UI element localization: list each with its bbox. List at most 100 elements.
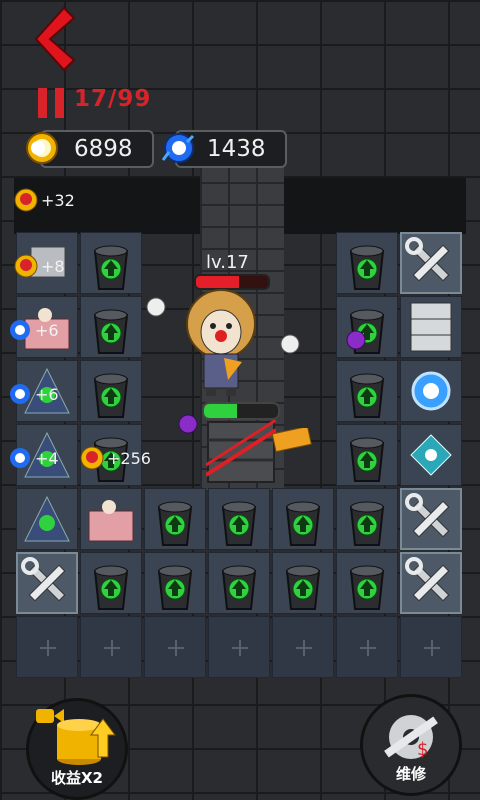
slot-content bbox=[273, 489, 333, 549]
slot-content bbox=[209, 617, 269, 677]
repair-tools-icon bbox=[21, 557, 66, 602]
grid-slot[interactable] bbox=[144, 552, 206, 614]
grid-slot[interactable] bbox=[16, 488, 78, 550]
grid-slot[interactable] bbox=[144, 488, 206, 550]
empty-slot[interactable] bbox=[144, 616, 206, 678]
bucket-turret-icon bbox=[157, 501, 193, 546]
repair-tools-icon bbox=[405, 557, 450, 602]
bonus-text: +6 bbox=[35, 320, 59, 340]
slot-content bbox=[145, 489, 205, 549]
wrench-gear-icon: $ bbox=[384, 715, 438, 760]
monster-level: lv.17 bbox=[206, 252, 249, 273]
income-x2-button[interactable]: 收益X2 bbox=[26, 698, 128, 800]
slot-content bbox=[209, 553, 269, 613]
back-button[interactable] bbox=[26, 4, 80, 74]
tent-icon bbox=[24, 495, 70, 542]
coin-counter: 6898 bbox=[26, 130, 154, 168]
gem-counter: 1438 bbox=[161, 130, 287, 168]
grid-slot[interactable] bbox=[336, 424, 398, 486]
plus-icon bbox=[104, 640, 120, 656]
bucket-turret-icon bbox=[349, 565, 385, 610]
grid-slot[interactable] bbox=[336, 552, 398, 614]
bonus-text: +8 bbox=[41, 256, 65, 276]
gem-icon bbox=[10, 384, 30, 404]
bonus-text: +4 bbox=[35, 448, 59, 468]
plus-icon bbox=[424, 640, 440, 656]
plus-icon bbox=[168, 640, 184, 656]
skull-coin-icon bbox=[14, 254, 38, 278]
gem-icon bbox=[10, 320, 30, 340]
grid-slot[interactable] bbox=[272, 488, 334, 550]
slot-content bbox=[337, 425, 397, 485]
grid-slot[interactable] bbox=[336, 488, 398, 550]
empty-slot[interactable] bbox=[272, 616, 334, 678]
slot-content bbox=[18, 554, 76, 612]
slot-content bbox=[337, 233, 397, 293]
gem-icon bbox=[10, 448, 30, 468]
bucket-turret-icon bbox=[349, 245, 385, 290]
grid-slot[interactable] bbox=[400, 552, 462, 614]
slot-content bbox=[209, 489, 269, 549]
empty-slot[interactable] bbox=[336, 616, 398, 678]
grid-slot[interactable] bbox=[80, 360, 142, 422]
energy-orb-icon bbox=[411, 371, 451, 411]
empty-slot[interactable] bbox=[16, 616, 78, 678]
grid-slot[interactable] bbox=[208, 552, 270, 614]
purple-orb-icon bbox=[346, 330, 366, 350]
grid-slot[interactable] bbox=[80, 232, 142, 294]
grid-slot[interactable] bbox=[80, 488, 142, 550]
grid-slot[interactable] bbox=[208, 488, 270, 550]
gem-icon bbox=[161, 133, 195, 163]
grid-slot[interactable] bbox=[400, 488, 462, 550]
grid-slot[interactable] bbox=[80, 552, 142, 614]
bucket-turret-icon bbox=[285, 501, 321, 546]
bonus-text: +256 bbox=[107, 448, 151, 468]
clown-monster[interactable] bbox=[176, 286, 266, 396]
plus-icon bbox=[360, 640, 376, 656]
repair-tools-icon bbox=[405, 493, 450, 538]
bucket-turret-icon bbox=[93, 565, 129, 610]
cabinet-icon bbox=[410, 302, 452, 352]
white-orb-icon bbox=[146, 297, 166, 317]
slot-content bbox=[81, 617, 141, 677]
slot-content bbox=[402, 554, 460, 612]
pause-icon[interactable] bbox=[36, 88, 66, 118]
grid-slot[interactable] bbox=[400, 360, 462, 422]
bucket-turret-icon bbox=[285, 565, 321, 610]
grid-slot[interactable] bbox=[272, 552, 334, 614]
slot-content bbox=[401, 297, 461, 357]
repair-label: 维修 bbox=[395, 765, 426, 783]
bucket-turret-icon bbox=[349, 373, 385, 418]
grid-slot[interactable] bbox=[400, 232, 462, 294]
bonus-coin-top: +32 bbox=[14, 188, 75, 212]
talisman-icon bbox=[272, 428, 312, 452]
slot-content bbox=[337, 361, 397, 421]
shield-core-icon bbox=[410, 434, 452, 476]
grid-slot[interactable] bbox=[400, 296, 462, 358]
grid-slot[interactable] bbox=[400, 424, 462, 486]
grid-slot[interactable] bbox=[16, 552, 78, 614]
coin-icon bbox=[26, 132, 58, 164]
slot-content bbox=[145, 617, 205, 677]
slot-content bbox=[81, 489, 141, 549]
slot-content bbox=[81, 233, 141, 293]
bucket-turret-icon bbox=[221, 501, 257, 546]
plus-icon bbox=[232, 640, 248, 656]
wave-progress: 17/99 bbox=[74, 86, 152, 112]
slot-content bbox=[81, 361, 141, 421]
bucket-turret-icon bbox=[221, 565, 257, 610]
grid-slot[interactable] bbox=[336, 360, 398, 422]
income-x2-label: 收益X2 bbox=[50, 769, 103, 787]
repair-button[interactable]: $ 维修 bbox=[360, 694, 462, 796]
dark-floor-right bbox=[284, 178, 466, 234]
slot-content bbox=[273, 553, 333, 613]
empty-slot[interactable] bbox=[208, 616, 270, 678]
slot-content bbox=[402, 490, 460, 548]
slot-content bbox=[273, 617, 333, 677]
grid-slot[interactable] bbox=[336, 232, 398, 294]
bucket-turret-icon bbox=[93, 245, 129, 290]
empty-slot[interactable] bbox=[80, 616, 142, 678]
purple-orb-icon bbox=[178, 414, 198, 434]
grid-slot[interactable] bbox=[80, 296, 142, 358]
empty-slot[interactable] bbox=[400, 616, 462, 678]
